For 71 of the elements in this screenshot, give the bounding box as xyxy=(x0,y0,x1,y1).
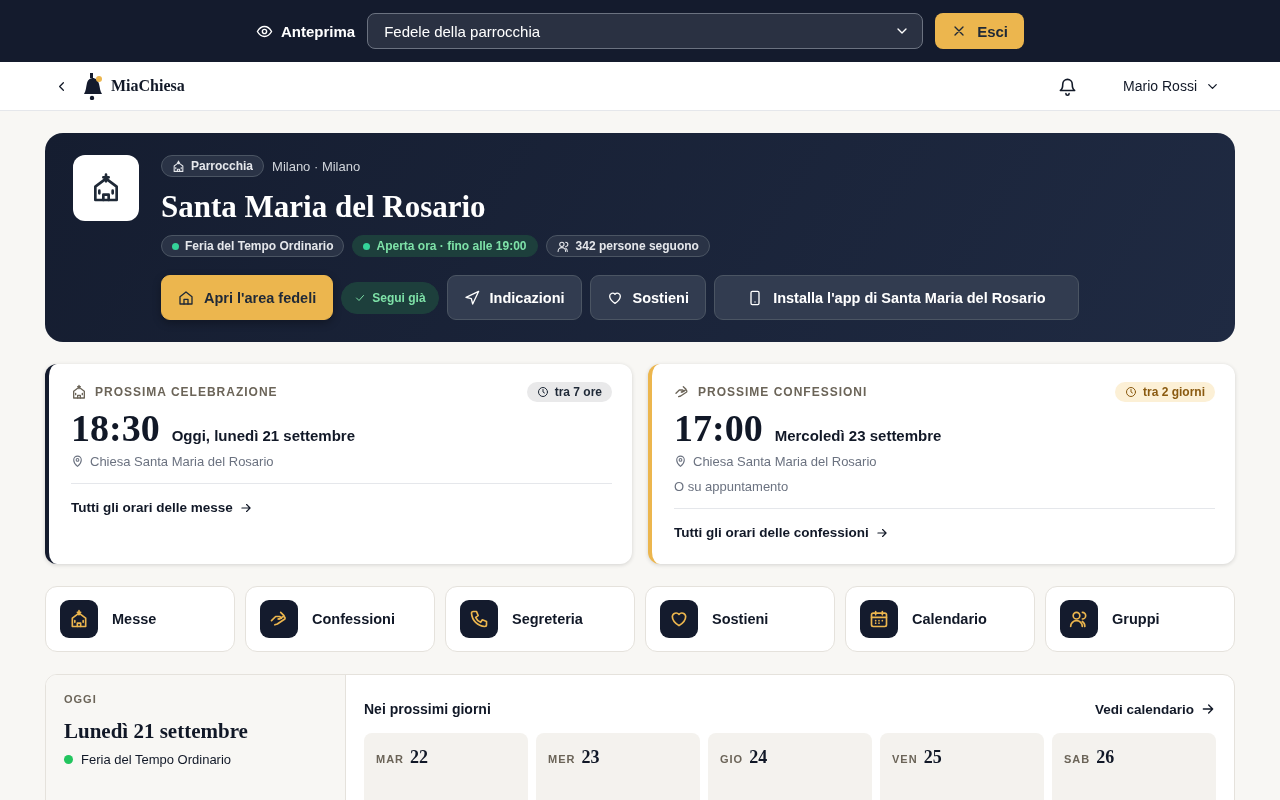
open-status-tag: Aperta ora · fino alle 19:00 xyxy=(352,235,538,257)
church-icon xyxy=(172,159,185,173)
handshake-icon xyxy=(269,609,289,629)
action-button[interactable]: Sostieni xyxy=(589,275,706,320)
shortcut-tile[interactable]: Segreteria xyxy=(445,586,635,652)
card-heading: PROSSIME CONFESSIONI xyxy=(698,385,868,399)
action-button[interactable]: Installa l'app di Santa Maria del Rosario xyxy=(713,275,1079,320)
phone-icon xyxy=(469,609,489,629)
calendar-link[interactable]: Vedi calendario xyxy=(1094,701,1216,717)
action-button[interactable]: Segui già xyxy=(341,281,439,314)
clock-icon xyxy=(1125,386,1137,398)
status-dot xyxy=(363,242,371,250)
event-note: O su appuntamento xyxy=(674,479,789,494)
today-date: Lunedì 21 settembre xyxy=(64,719,249,744)
event-date: Mercoledì 23 settembre xyxy=(774,427,942,444)
day-weekday: MAR xyxy=(376,753,405,765)
shortcut-tile[interactable]: Sostieni xyxy=(645,586,835,652)
schedule-link[interactable]: Tutti gli orari delle messe xyxy=(71,500,253,515)
shortcut-tile[interactable]: Confessioni xyxy=(245,586,435,652)
day-number: 23 xyxy=(581,747,600,768)
exit-button[interactable]: Esci xyxy=(935,13,1024,49)
day-number: 26 xyxy=(1096,747,1115,768)
arrow-right-icon xyxy=(1200,701,1216,717)
event-time: 17:00 xyxy=(674,406,763,450)
people-icon xyxy=(1069,609,1089,629)
followers-tag: 342 persone seguono xyxy=(545,235,710,257)
countdown-badge: tra 7 ore xyxy=(526,382,612,402)
day-weekday: GIO xyxy=(720,753,744,765)
day-number: 22 xyxy=(410,747,429,768)
handshake-icon xyxy=(674,384,690,400)
app-name: MiaChiesa xyxy=(111,77,185,95)
notifications-icon[interactable] xyxy=(1058,76,1078,96)
navigation-icon xyxy=(463,289,480,306)
shortcut-tile[interactable]: Gruppi xyxy=(1045,586,1235,652)
event-place: Chiesa Santa Maria del Rosario xyxy=(693,454,877,469)
pin-icon xyxy=(71,455,84,468)
church-icon xyxy=(69,609,89,629)
schedule-link[interactable]: Tutti gli orari delle confessioni xyxy=(674,525,889,540)
event-place: Chiesa Santa Maria del Rosario xyxy=(90,454,274,469)
shortcut-tile[interactable]: Calendario xyxy=(845,586,1035,652)
people-icon xyxy=(556,239,570,253)
status-dot xyxy=(64,755,73,764)
pin-icon xyxy=(674,455,687,468)
countdown-badge: tra 2 giorni xyxy=(1115,382,1215,402)
location-text: Milano · Milano xyxy=(272,158,361,174)
liturgy-tag: Feria del Tempo Ordinario xyxy=(161,235,345,257)
heart-icon xyxy=(669,609,689,629)
shortcut-tile[interactable]: Messe xyxy=(45,586,235,652)
action-button[interactable]: Apri l'area fedeli xyxy=(161,275,334,320)
role-select[interactable]: Fedele della parrocchia xyxy=(367,13,924,49)
action-button[interactable]: Indicazioni xyxy=(446,275,582,320)
parish-type-badge: Parrocchia xyxy=(161,155,265,177)
liturgy-text: Feria del Tempo Ordinario xyxy=(81,752,232,767)
today-heading: OGGI xyxy=(64,693,98,705)
card-heading: PROSSIMA CELEBRAZIONE xyxy=(95,385,278,399)
event-date: Oggi, lunedì 21 settembre xyxy=(171,427,356,444)
status-dot xyxy=(172,242,179,250)
calendar-icon xyxy=(869,609,889,629)
user-menu[interactable]: Mario Rossi xyxy=(1117,77,1226,95)
home-icon xyxy=(178,289,194,306)
day-weekday: SAB xyxy=(1064,753,1091,765)
preview-label: Anteprima xyxy=(280,22,356,40)
day-number: 24 xyxy=(749,747,768,768)
upcoming-title: Nei prossimi giorni xyxy=(364,701,491,717)
event-time: 18:30 xyxy=(71,406,160,450)
church-icon xyxy=(71,384,87,400)
day-number: 25 xyxy=(923,747,942,768)
day-weekday: MER xyxy=(548,753,576,765)
clock-icon xyxy=(536,386,549,398)
day-weekday: VEN xyxy=(892,753,918,765)
parish-title: Santa Maria del Rosario xyxy=(161,189,487,225)
